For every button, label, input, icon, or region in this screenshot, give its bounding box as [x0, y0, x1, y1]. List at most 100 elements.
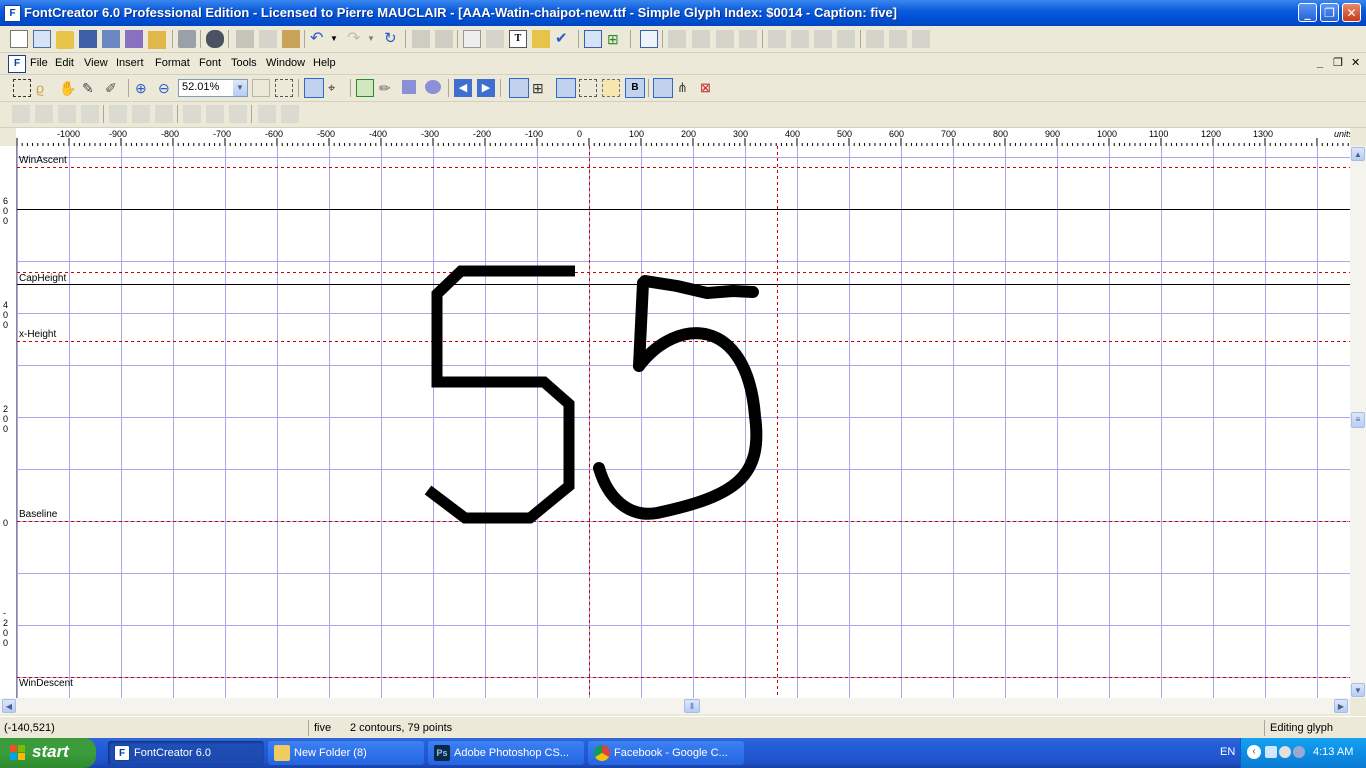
- ungroup-icon[interactable]: [35, 105, 53, 123]
- task-photoshop[interactable]: Ps Adobe Photoshop CS...: [428, 741, 584, 765]
- subtract-icon[interactable]: [912, 30, 930, 48]
- point-tool-icon[interactable]: ✎: [82, 79, 100, 97]
- menu-help[interactable]: Help: [310, 53, 339, 73]
- pencil-tool-icon[interactable]: ✏: [379, 79, 397, 97]
- distribute-vertical-icon[interactable]: [281, 105, 299, 123]
- hand-tool-icon[interactable]: ✋: [59, 79, 77, 97]
- rectangle-tool-icon[interactable]: [402, 80, 416, 94]
- task-fontcreator[interactable]: F FontCreator 6.0: [108, 741, 264, 765]
- add-glyph-icon[interactable]: ⊞: [607, 30, 625, 48]
- validate-icon[interactable]: [486, 30, 504, 48]
- scroll-left-button[interactable]: ◀: [2, 699, 16, 713]
- flip-icon[interactable]: [791, 30, 809, 48]
- menu-format[interactable]: Format: [152, 53, 193, 73]
- zoom-out-icon[interactable]: ⊖: [158, 79, 176, 97]
- task-new-folder[interactable]: New Folder (8): [268, 741, 424, 765]
- distribute-horizontal-icon[interactable]: [258, 105, 276, 123]
- bitmap-toggle-icon[interactable]: B: [625, 78, 645, 98]
- image-tool-icon[interactable]: [356, 79, 374, 97]
- menu-window[interactable]: Window: [263, 53, 308, 73]
- scroll-down-button[interactable]: ▼: [1351, 683, 1365, 697]
- save-all-icon[interactable]: [102, 30, 120, 48]
- chevron-down-icon[interactable]: ▼: [233, 80, 247, 96]
- new-icon[interactable]: [10, 30, 28, 48]
- open-icon[interactable]: [56, 31, 74, 49]
- align-right-edges-icon[interactable]: [155, 105, 173, 123]
- mdi-restore-button[interactable]: ❐: [1330, 53, 1346, 73]
- zoom-in-icon[interactable]: ⊕: [135, 79, 153, 97]
- preview-icon[interactable]: [584, 30, 602, 48]
- knife-tool-icon[interactable]: ✐: [105, 79, 123, 97]
- redo-dropdown-icon[interactable]: ▼: [367, 30, 385, 48]
- show-nodes-icon[interactable]: ⋔: [677, 79, 695, 97]
- clock[interactable]: 4:13 AM: [1313, 746, 1353, 758]
- lasso-tool-icon[interactable]: ϱ: [36, 79, 54, 97]
- menu-tools[interactable]: Tools: [228, 53, 260, 73]
- network-icon[interactable]: [1265, 746, 1277, 758]
- align-bottom-icon[interactable]: [229, 105, 247, 123]
- title-bar[interactable]: F FontCreator 6.0 Professional Edition -…: [0, 0, 1366, 26]
- pointer-tool-icon[interactable]: [304, 78, 324, 98]
- mdi-minimize-button[interactable]: _: [1314, 53, 1326, 73]
- undo-dropdown-icon[interactable]: ▼: [330, 30, 348, 48]
- glyph-properties-icon[interactable]: [412, 30, 430, 48]
- glyph-five-left[interactable]: [424, 265, 575, 524]
- security-icon[interactable]: [1293, 746, 1305, 758]
- redo-icon[interactable]: ↷: [347, 30, 365, 48]
- eraser-icon[interactable]: [668, 30, 686, 48]
- next-glyph-icon[interactable]: ▶: [477, 79, 495, 97]
- horizontal-scrollbar[interactable]: ◀ ⦀ ▶: [0, 698, 1350, 714]
- menu-insert[interactable]: Insert: [113, 53, 147, 73]
- grid-toggle-icon[interactable]: [509, 78, 529, 98]
- zoom-selection-icon[interactable]: [275, 79, 293, 97]
- align-left-icon[interactable]: [768, 30, 786, 48]
- sort-icon[interactable]: [463, 30, 481, 48]
- combine-icon[interactable]: [866, 30, 884, 48]
- export-icon[interactable]: [125, 30, 143, 48]
- ellipse-tool-icon[interactable]: [425, 80, 441, 94]
- align-center-icon[interactable]: [132, 105, 150, 123]
- previous-glyph-icon[interactable]: ◀: [454, 79, 472, 97]
- snap-grid-icon[interactable]: ⊞: [532, 79, 550, 97]
- folder-icon[interactable]: [148, 31, 166, 49]
- transform-icon[interactable]: [692, 30, 710, 48]
- show-outline-icon[interactable]: ⊠: [700, 79, 718, 97]
- app-icon[interactable]: F: [4, 5, 21, 22]
- text-tool-icon[interactable]: T: [509, 30, 527, 48]
- bounding-box-icon[interactable]: [579, 79, 597, 97]
- maximize-button[interactable]: ❐: [1320, 3, 1339, 22]
- start-button[interactable]: start: [0, 738, 96, 768]
- glyph-five-right[interactable]: [593, 275, 763, 520]
- scroll-up-button[interactable]: ▲: [1351, 147, 1365, 161]
- new-font-icon[interactable]: [33, 30, 51, 48]
- metrics-toggle-icon[interactable]: [556, 78, 576, 98]
- list-view-icon[interactable]: [640, 30, 658, 48]
- align-top-icon[interactable]: [183, 105, 201, 123]
- find-icon[interactable]: [206, 30, 224, 48]
- zoom-fit-icon[interactable]: [252, 79, 270, 97]
- menu-file[interactable]: File: [27, 53, 51, 73]
- document-icon[interactable]: F: [8, 55, 26, 73]
- align-middle-icon[interactable]: [206, 105, 224, 123]
- horizontal-ruler[interactable]: -1000 -900 -800 -700 -600 -500 -400 -300 -200 -10…: [16, 128, 1350, 147]
- menu-font[interactable]: Font: [196, 53, 224, 73]
- selection-tool-icon[interactable]: [13, 79, 31, 97]
- scroll-right-button[interactable]: ▶: [1334, 699, 1348, 713]
- menu-view[interactable]: View: [81, 53, 111, 73]
- skew-icon[interactable]: [837, 30, 855, 48]
- format-icon[interactable]: [435, 30, 453, 48]
- mdi-close-button[interactable]: ✕: [1348, 53, 1363, 73]
- show-points-icon[interactable]: [653, 78, 673, 98]
- volume-icon[interactable]: [1279, 746, 1291, 758]
- align-left-edges-icon[interactable]: [109, 105, 127, 123]
- intersect-icon[interactable]: [889, 30, 907, 48]
- paste-icon[interactable]: [282, 30, 300, 48]
- save-icon[interactable]: [79, 30, 97, 48]
- mirror-icon[interactable]: [814, 30, 832, 48]
- vertical-scrollbar[interactable]: ▲ ≡ ▼: [1350, 146, 1366, 698]
- vertical-ruler[interactable]: 6004002000-200: [0, 146, 17, 698]
- menu-edit[interactable]: Edit: [52, 53, 77, 73]
- zoom-select[interactable]: 52.01% ▼: [178, 79, 248, 97]
- bring-front-icon[interactable]: [58, 105, 76, 123]
- cut-icon[interactable]: [236, 30, 254, 48]
